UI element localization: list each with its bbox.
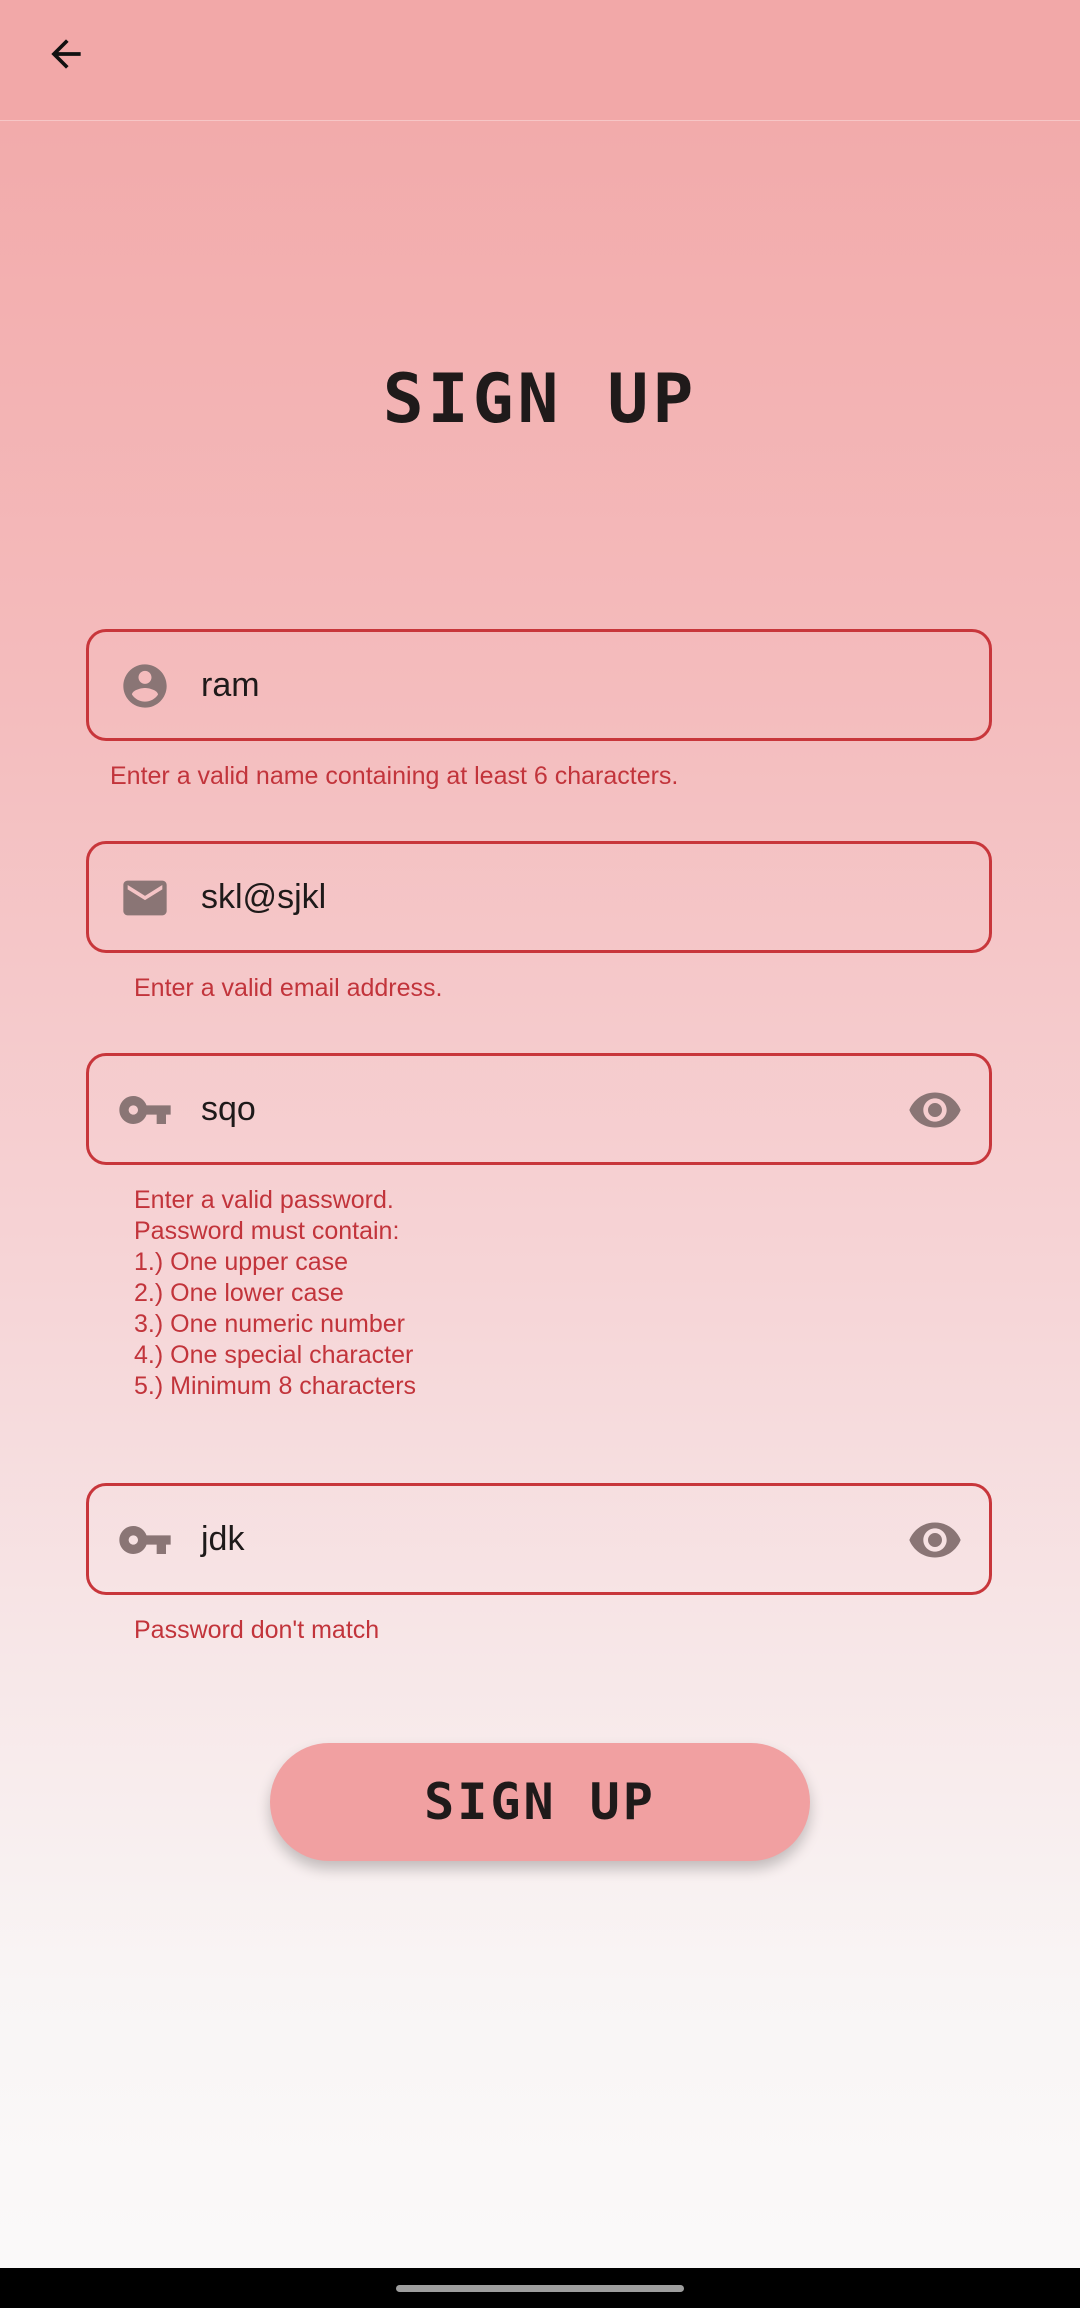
name-field[interactable]: ram (86, 629, 992, 741)
email-error-text: Enter a valid email address. (134, 974, 443, 1002)
key-icon (117, 1512, 173, 1568)
page-title: SIGN UP (382, 360, 698, 439)
password-field[interactable]: sqo (86, 1053, 992, 1165)
email-field[interactable]: skl@sjkl (86, 841, 992, 953)
eye-icon[interactable] (907, 1512, 963, 1568)
system-nav-bar (0, 2268, 1080, 2308)
back-button[interactable] (28, 16, 104, 92)
mail-icon (117, 870, 173, 926)
name-input[interactable]: ram (201, 632, 260, 738)
key-icon (117, 1082, 173, 1138)
sign-up-button[interactable]: SIGN UP (270, 1743, 810, 1861)
confirm-password-field[interactable]: jdk (86, 1483, 992, 1595)
app-bar (0, 0, 1080, 121)
eye-icon[interactable] (907, 1082, 963, 1138)
arrow-left-icon (51, 39, 81, 69)
name-error-text: Enter a valid name containing at least 6… (110, 762, 679, 790)
confirm-password-input[interactable]: jdk (201, 1486, 244, 1592)
confirm-password-error-text: Password don't match (134, 1616, 380, 1644)
account-circle-icon (117, 658, 173, 714)
home-indicator[interactable] (396, 2285, 684, 2292)
password-error-text: Enter a valid password. Password must co… (134, 1186, 417, 1400)
email-input[interactable]: skl@sjkl (201, 844, 326, 950)
password-input[interactable]: sqo (201, 1056, 256, 1162)
